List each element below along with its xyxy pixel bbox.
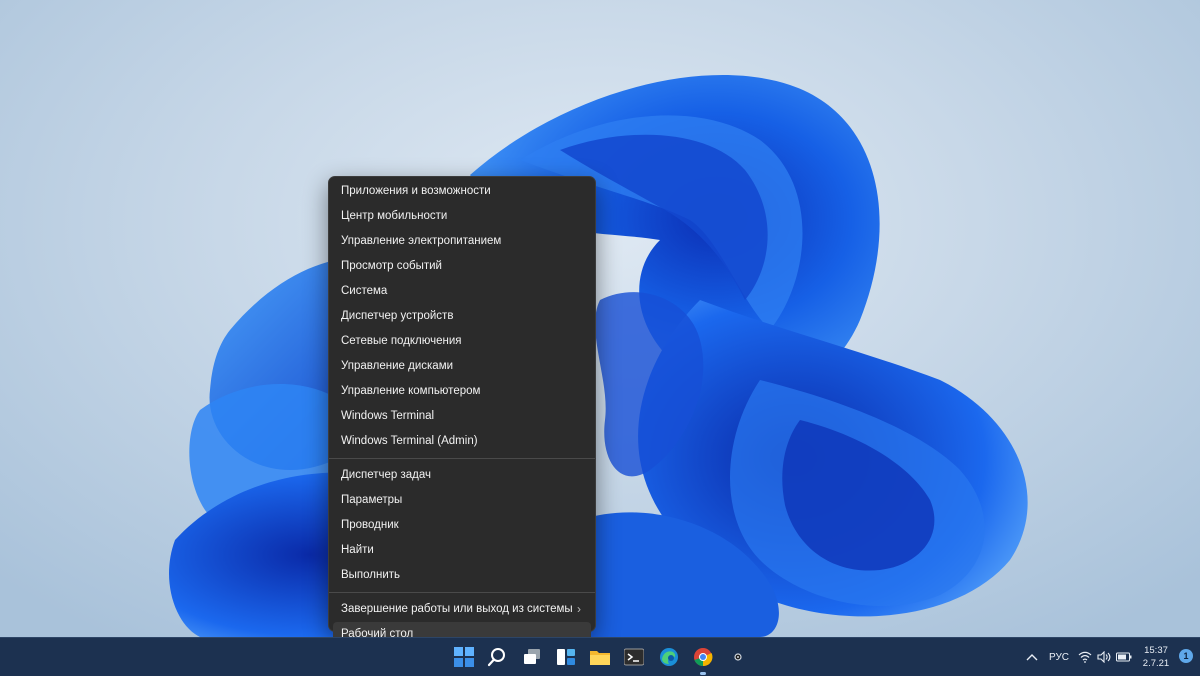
menu-item-label: Завершение работы или выход из системы bbox=[341, 603, 573, 615]
menu-item-disk-management[interactable]: Управление дисками bbox=[333, 354, 591, 379]
battery-icon[interactable] bbox=[1116, 638, 1132, 676]
menu-item-event-viewer[interactable]: Просмотр событий bbox=[333, 254, 591, 279]
clock-time: 15:37 bbox=[1144, 645, 1168, 656]
menu-item-network-connections[interactable]: Сетевые подключения bbox=[333, 329, 591, 354]
bloom-wallpaper bbox=[169, 75, 1028, 637]
windows-start-icon[interactable] bbox=[452, 645, 476, 669]
taskbar-clock[interactable]: 15:37 2.7.21 bbox=[1140, 644, 1172, 670]
menu-item-system[interactable]: Система bbox=[333, 279, 591, 304]
menu-item-mobility-center[interactable]: Центр мобильности bbox=[333, 204, 591, 229]
search-icon[interactable] bbox=[485, 645, 509, 669]
clock-date: 2.7.21 bbox=[1142, 658, 1170, 669]
wifi-icon[interactable] bbox=[1078, 638, 1092, 676]
desktop[interactable] bbox=[0, 0, 1200, 637]
menu-item-computer-management[interactable]: Управление компьютером bbox=[333, 379, 591, 404]
menu-item-windows-terminal-admin[interactable]: Windows Terminal (Admin) bbox=[333, 429, 591, 454]
menu-item-settings[interactable]: Параметры bbox=[333, 488, 591, 513]
menu-item-apps-features[interactable]: Приложения и возможности bbox=[333, 179, 591, 204]
menu-item-device-manager[interactable]: Диспетчер устройств bbox=[333, 304, 591, 329]
tray-expand-icon[interactable] bbox=[1026, 638, 1038, 676]
menu-item-run[interactable]: Выполнить bbox=[333, 563, 591, 588]
file-explorer-icon[interactable] bbox=[588, 645, 612, 669]
task-view-icon[interactable] bbox=[520, 645, 544, 669]
language-label: РУС bbox=[1049, 651, 1070, 663]
menu-item-task-manager[interactable]: Диспетчер задач bbox=[333, 463, 591, 488]
notification-badge[interactable]: 1 bbox=[1179, 649, 1193, 663]
winx-context-menu: Приложения и возможности Центр мобильнос… bbox=[328, 176, 596, 647]
menu-item-shutdown-signout[interactable]: Завершение работы или выход из системы › bbox=[333, 597, 591, 622]
chevron-right-icon: › bbox=[577, 602, 581, 616]
menu-item-search[interactable]: Найти bbox=[333, 538, 591, 563]
language-indicator[interactable]: РУС bbox=[1049, 638, 1069, 676]
volume-icon[interactable] bbox=[1097, 638, 1111, 676]
widgets-icon[interactable] bbox=[554, 645, 578, 669]
menu-item-power-options[interactable]: Управление электропитанием bbox=[333, 229, 591, 254]
menu-item-file-explorer[interactable]: Проводник bbox=[333, 513, 591, 538]
menu-item-windows-terminal[interactable]: Windows Terminal bbox=[333, 404, 591, 429]
menu-separator bbox=[329, 592, 595, 593]
settings-icon[interactable] bbox=[726, 645, 750, 669]
edge-icon[interactable] bbox=[657, 645, 681, 669]
taskbar: РУС 15:37 2.7.21 bbox=[0, 637, 1200, 676]
chrome-icon[interactable] bbox=[691, 645, 715, 669]
menu-separator bbox=[329, 458, 595, 459]
terminal-icon[interactable] bbox=[622, 645, 646, 669]
